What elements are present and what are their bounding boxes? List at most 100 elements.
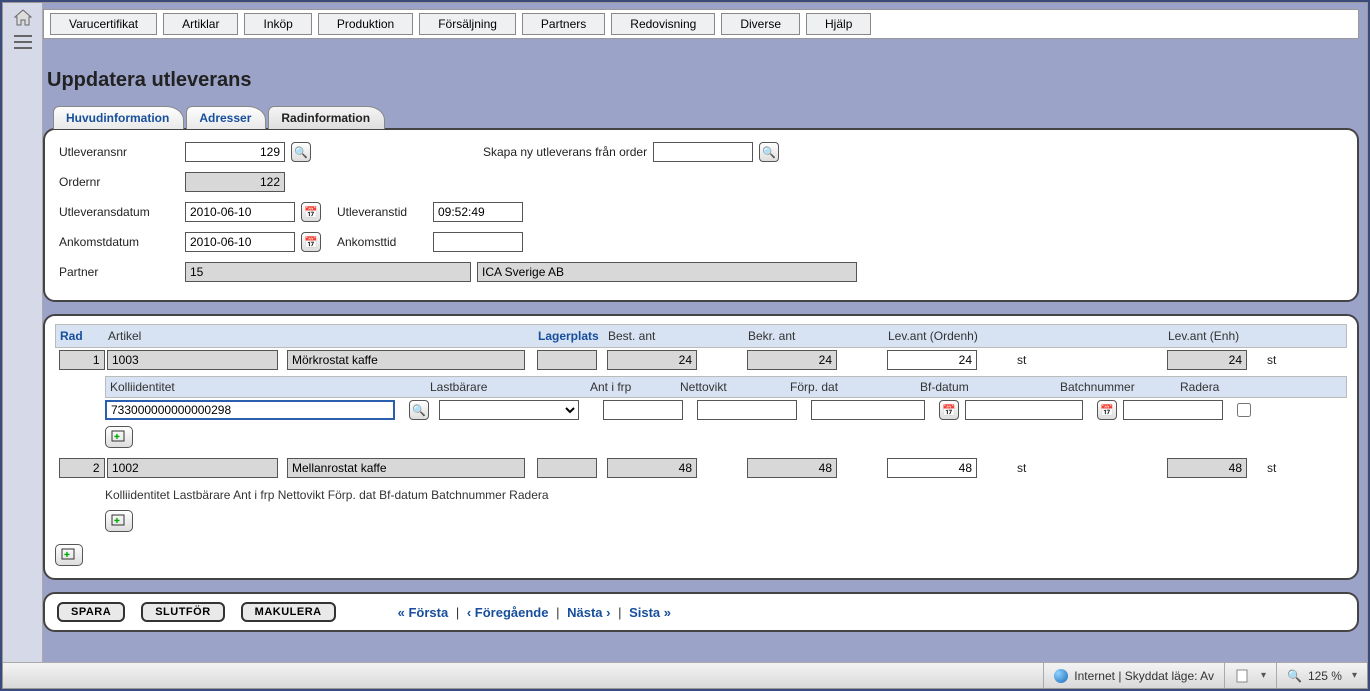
scol-antfrp: Ant i frp xyxy=(590,380,680,394)
menu-artiklar[interactable]: Artiklar xyxy=(163,13,238,35)
tab-huvudinformation[interactable]: Huvudinformation xyxy=(53,106,184,129)
home-icon[interactable] xyxy=(13,9,33,27)
tab-radinformation[interactable]: Radinformation xyxy=(268,106,385,129)
scol-radera: Radera xyxy=(1180,380,1240,394)
scol-batch: Batchnummer xyxy=(1060,380,1180,394)
scol-bf: Bf-datum xyxy=(920,380,1060,394)
scol-kolli: Kolliidentitet xyxy=(110,380,430,394)
label-utlevtid: Utleveranstid xyxy=(337,205,427,219)
label-skapa-ny: Skapa ny utleverans från order xyxy=(483,145,647,159)
status-bar: Internet | Skyddat läge: Av 🔍 125 % xyxy=(3,662,1367,688)
cell-unit1: st xyxy=(1017,461,1127,475)
input-skapa-order[interactable] xyxy=(653,142,753,162)
menu-redovisning[interactable]: Redovisning xyxy=(611,13,715,35)
input-batch[interactable] xyxy=(1123,400,1223,420)
scol-netto: Nettovikt xyxy=(680,380,790,394)
add-subline-button[interactable]: ✚ xyxy=(105,426,133,448)
status-tools[interactable] xyxy=(1224,663,1276,688)
label-ordernr: Ordernr xyxy=(59,175,179,189)
checkbox-radera[interactable] xyxy=(1237,403,1251,417)
status-zoom[interactable]: 🔍 125 % xyxy=(1276,663,1367,688)
col-lagerplats[interactable]: Lagerplats xyxy=(538,329,608,343)
menu-lines-icon[interactable] xyxy=(14,35,32,49)
cell-levord[interactable] xyxy=(887,458,977,478)
col-rad[interactable]: Rad xyxy=(60,329,108,343)
input-utlevtid[interactable] xyxy=(433,202,523,222)
add-subline-button[interactable]: ✚ xyxy=(105,510,133,532)
cell-unit1: st xyxy=(1017,353,1127,367)
calendar-bfdatum-icon[interactable]: 📅 xyxy=(1097,400,1117,420)
cell-levenh xyxy=(1167,458,1247,478)
pager-first[interactable]: « Första xyxy=(398,605,449,620)
calendar-utlevdatum-icon[interactable]: 📅 xyxy=(301,202,321,222)
label-partner: Partner xyxy=(59,265,179,279)
cell-lagerplats xyxy=(537,350,597,370)
menu-hjalp[interactable]: Hjälp xyxy=(806,13,871,35)
menu-forsaljning[interactable]: Försäljning xyxy=(419,13,516,35)
cell-bekr xyxy=(747,350,837,370)
label-ankdatum: Ankomstdatum xyxy=(59,235,179,249)
input-nettovikt[interactable] xyxy=(697,400,797,420)
calendar-forpdat-icon[interactable]: 📅 xyxy=(939,400,959,420)
grid-header: Rad Artikel Lagerplats Best. ant Bekr. a… xyxy=(55,324,1347,348)
footer-bar: Spara Slutför Makulera « Första | ‹ Före… xyxy=(43,592,1359,632)
lines-grid: Rad Artikel Lagerplats Best. ant Bekr. a… xyxy=(43,314,1359,580)
calendar-ankdatum-icon[interactable]: 📅 xyxy=(301,232,321,252)
cell-artname xyxy=(287,350,525,370)
menu-diverse[interactable]: Diverse xyxy=(721,13,800,35)
pager: « Första | ‹ Föregående | Nästa › | Sist… xyxy=(398,605,671,620)
menu-varucertifikat[interactable]: Varucertifikat xyxy=(50,13,157,35)
label-utleveransnr: Utleveransnr xyxy=(59,145,179,159)
cell-unit2: st xyxy=(1267,461,1307,475)
input-forpdat[interactable] xyxy=(811,400,925,420)
col-best: Best. ant xyxy=(608,329,748,343)
col-artikel: Artikel xyxy=(108,329,288,343)
cell-best xyxy=(607,350,697,370)
sub-header: Kolliidentitet Lastbärare Ant i frp Nett… xyxy=(105,376,1347,398)
label-anktid: Ankomsttid xyxy=(337,235,427,249)
menu-inkop[interactable]: Inköp xyxy=(244,13,311,35)
pager-next[interactable]: Nästa › xyxy=(567,605,610,620)
add-line-button[interactable]: ✚ xyxy=(55,544,83,566)
svg-text:✚: ✚ xyxy=(64,551,70,559)
status-zone: Internet | Skyddat läge: Av xyxy=(1043,663,1224,688)
input-utlevdatum[interactable] xyxy=(185,202,295,222)
svg-text:✚: ✚ xyxy=(114,517,120,525)
globe-icon xyxy=(1054,669,1068,683)
pager-last[interactable]: Sista » xyxy=(629,605,671,620)
input-bfdatum[interactable] xyxy=(965,400,1083,420)
zoom-icon: 🔍 xyxy=(1287,669,1302,683)
menu-partners[interactable]: Partners xyxy=(522,13,605,35)
menu-produktion[interactable]: Produktion xyxy=(318,13,413,35)
cell-artnr xyxy=(107,350,278,370)
input-ankdatum[interactable] xyxy=(185,232,295,252)
page-title: Uppdatera utleverans xyxy=(43,69,1359,106)
tab-adresser[interactable]: Adresser xyxy=(186,106,266,129)
search-utleveransnr-icon[interactable]: 🔍 xyxy=(291,142,311,162)
cell-artname xyxy=(287,458,525,478)
input-antfrp[interactable] xyxy=(603,400,683,420)
select-lastbarare[interactable] xyxy=(439,400,579,420)
input-utleveransnr[interactable] xyxy=(185,142,285,162)
sub-grid: Kolliidentitet Lastbärare Ant i frp Nett… xyxy=(105,376,1347,452)
header-panel: Utleveransnr 🔍 Skapa ny utleverans från … xyxy=(43,128,1359,302)
input-partner-name xyxy=(477,262,857,282)
spara-button[interactable]: Spara xyxy=(57,602,125,622)
cell-levord[interactable] xyxy=(887,350,977,370)
input-kolli[interactable] xyxy=(105,400,395,420)
search-skapa-order-icon[interactable]: 🔍 xyxy=(759,142,779,162)
cell-best xyxy=(607,458,697,478)
makulera-button[interactable]: Makulera xyxy=(241,602,336,622)
search-kolli-icon[interactable]: 🔍 xyxy=(409,400,429,420)
sub-row: 🔍 📅 📅 xyxy=(105,398,1347,422)
scol-lastb: Lastbärare xyxy=(430,380,590,394)
pager-prev[interactable]: ‹ Föregående xyxy=(467,605,549,620)
cell-rad xyxy=(59,350,105,370)
scol-forp: Förp. dat xyxy=(790,380,920,394)
col-levenh: Lev.ant (Enh) xyxy=(1168,329,1268,343)
tab-row: Huvudinformation Adresser Radinformation xyxy=(43,106,1359,129)
input-anktid[interactable] xyxy=(433,232,523,252)
sub-compact-header: Kolliidentitet Lastbärare Ant i frp Nett… xyxy=(105,484,1347,506)
slutfor-button[interactable]: Slutför xyxy=(141,602,224,622)
status-zone-text: Internet | Skyddat läge: Av xyxy=(1074,669,1214,683)
